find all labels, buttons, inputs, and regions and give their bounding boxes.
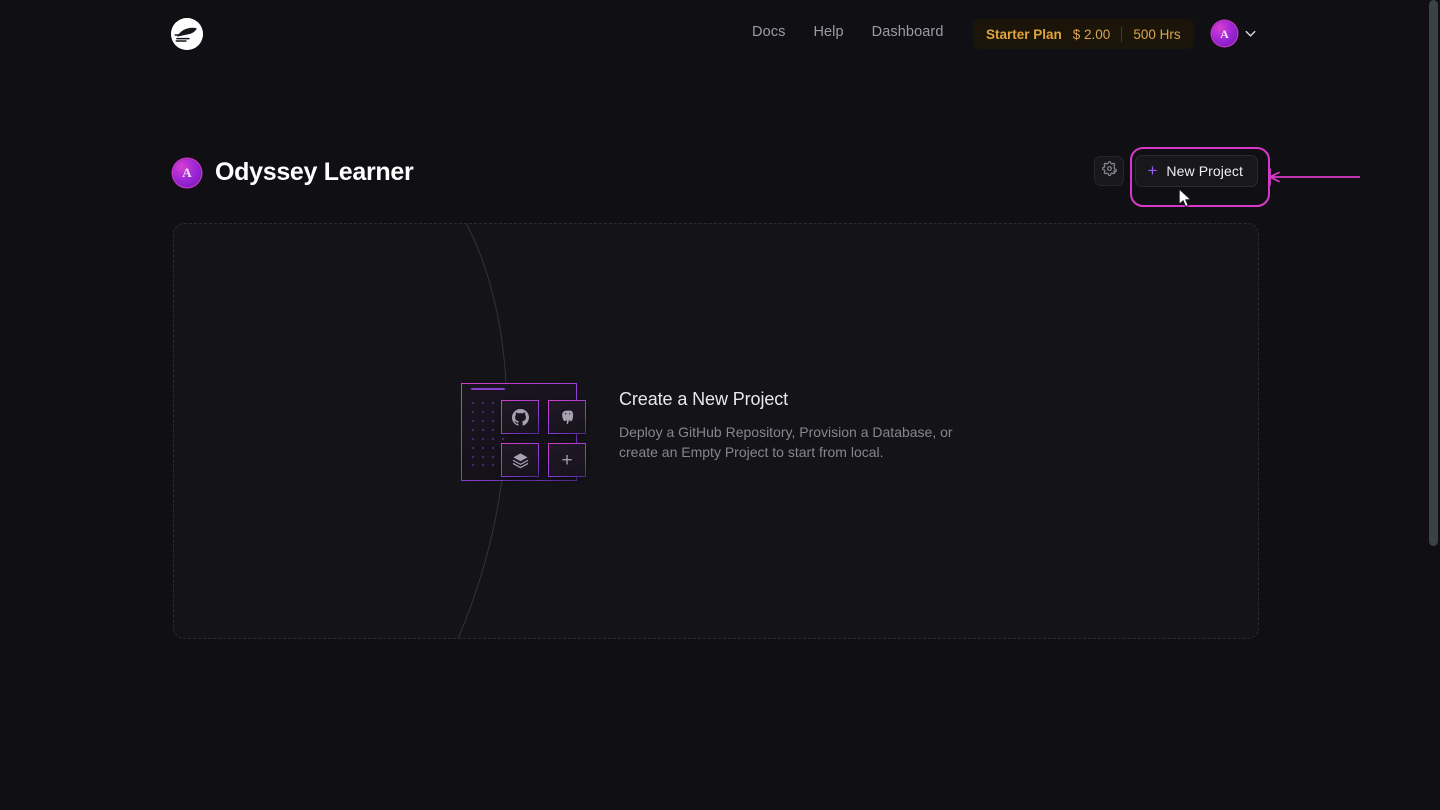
top-navigation-bar: Docs Help Dashboard Starter Plan $ 2.00 …	[0, 0, 1440, 68]
illustration-tile-plus[interactable]: +	[548, 443, 586, 477]
illustration-tile-github[interactable]	[501, 400, 539, 434]
empty-state-description: Deploy a GitHub Repository, Provision a …	[619, 424, 953, 460]
nav-link-docs[interactable]: Docs	[752, 24, 785, 40]
empty-state-card: + Create a New Project Deploy a GitHub R…	[173, 223, 1259, 639]
nav-links: Docs Help Dashboard	[752, 24, 944, 40]
project-avatar: A	[173, 158, 201, 187]
stack-icon	[512, 452, 529, 469]
postgres-icon	[559, 409, 576, 426]
illustration-tile-stack[interactable]	[501, 443, 539, 477]
create-project-illustration: +	[461, 379, 589, 485]
scrollbar-track[interactable]	[1427, 0, 1440, 810]
empty-state-title: Create a New Project	[619, 389, 789, 409]
new-project-button[interactable]: + New Project	[1135, 155, 1258, 187]
new-project-label: New Project	[1166, 163, 1243, 179]
plan-badge[interactable]: Starter Plan $ 2.00 500 Hrs	[973, 19, 1194, 49]
annotation-arrow	[1266, 168, 1361, 186]
plus-icon: +	[561, 449, 573, 471]
chevron-down-icon[interactable]	[1243, 26, 1258, 41]
scrollbar-thumb[interactable]	[1429, 0, 1438, 546]
plan-badge-divider	[1121, 26, 1123, 42]
plan-name: Starter Plan	[986, 26, 1062, 42]
project-avatar-letter: A	[182, 165, 192, 180]
plan-price: $ 2.00	[1072, 26, 1111, 42]
empty-state-content: + Create a New Project Deploy a GitHub R…	[461, 379, 959, 485]
nav-link-help[interactable]: Help	[813, 24, 843, 40]
train-logo-icon[interactable]	[171, 18, 203, 50]
page-header: A Odyssey Learner + New Project	[173, 155, 1258, 197]
page-title-block: A Odyssey Learner	[173, 158, 414, 187]
github-icon	[511, 408, 529, 426]
page-title: Odyssey Learner	[215, 158, 414, 186]
avatar[interactable]: A	[1212, 21, 1237, 46]
plus-icon: +	[1147, 161, 1158, 180]
avatar-letter: A	[1220, 26, 1229, 41]
empty-state-text: Create a New Project Deploy a GitHub Rep…	[619, 379, 959, 462]
nav-link-dashboard[interactable]: Dashboard	[872, 24, 944, 40]
settings-button[interactable]	[1094, 156, 1125, 186]
illustration-title-bar	[471, 388, 505, 390]
gear-icon	[1102, 161, 1117, 181]
header-actions: + New Project	[1094, 155, 1258, 187]
plan-hours: 500 Hrs	[1133, 26, 1181, 42]
illustration-tile-postgres[interactable]	[548, 400, 586, 434]
